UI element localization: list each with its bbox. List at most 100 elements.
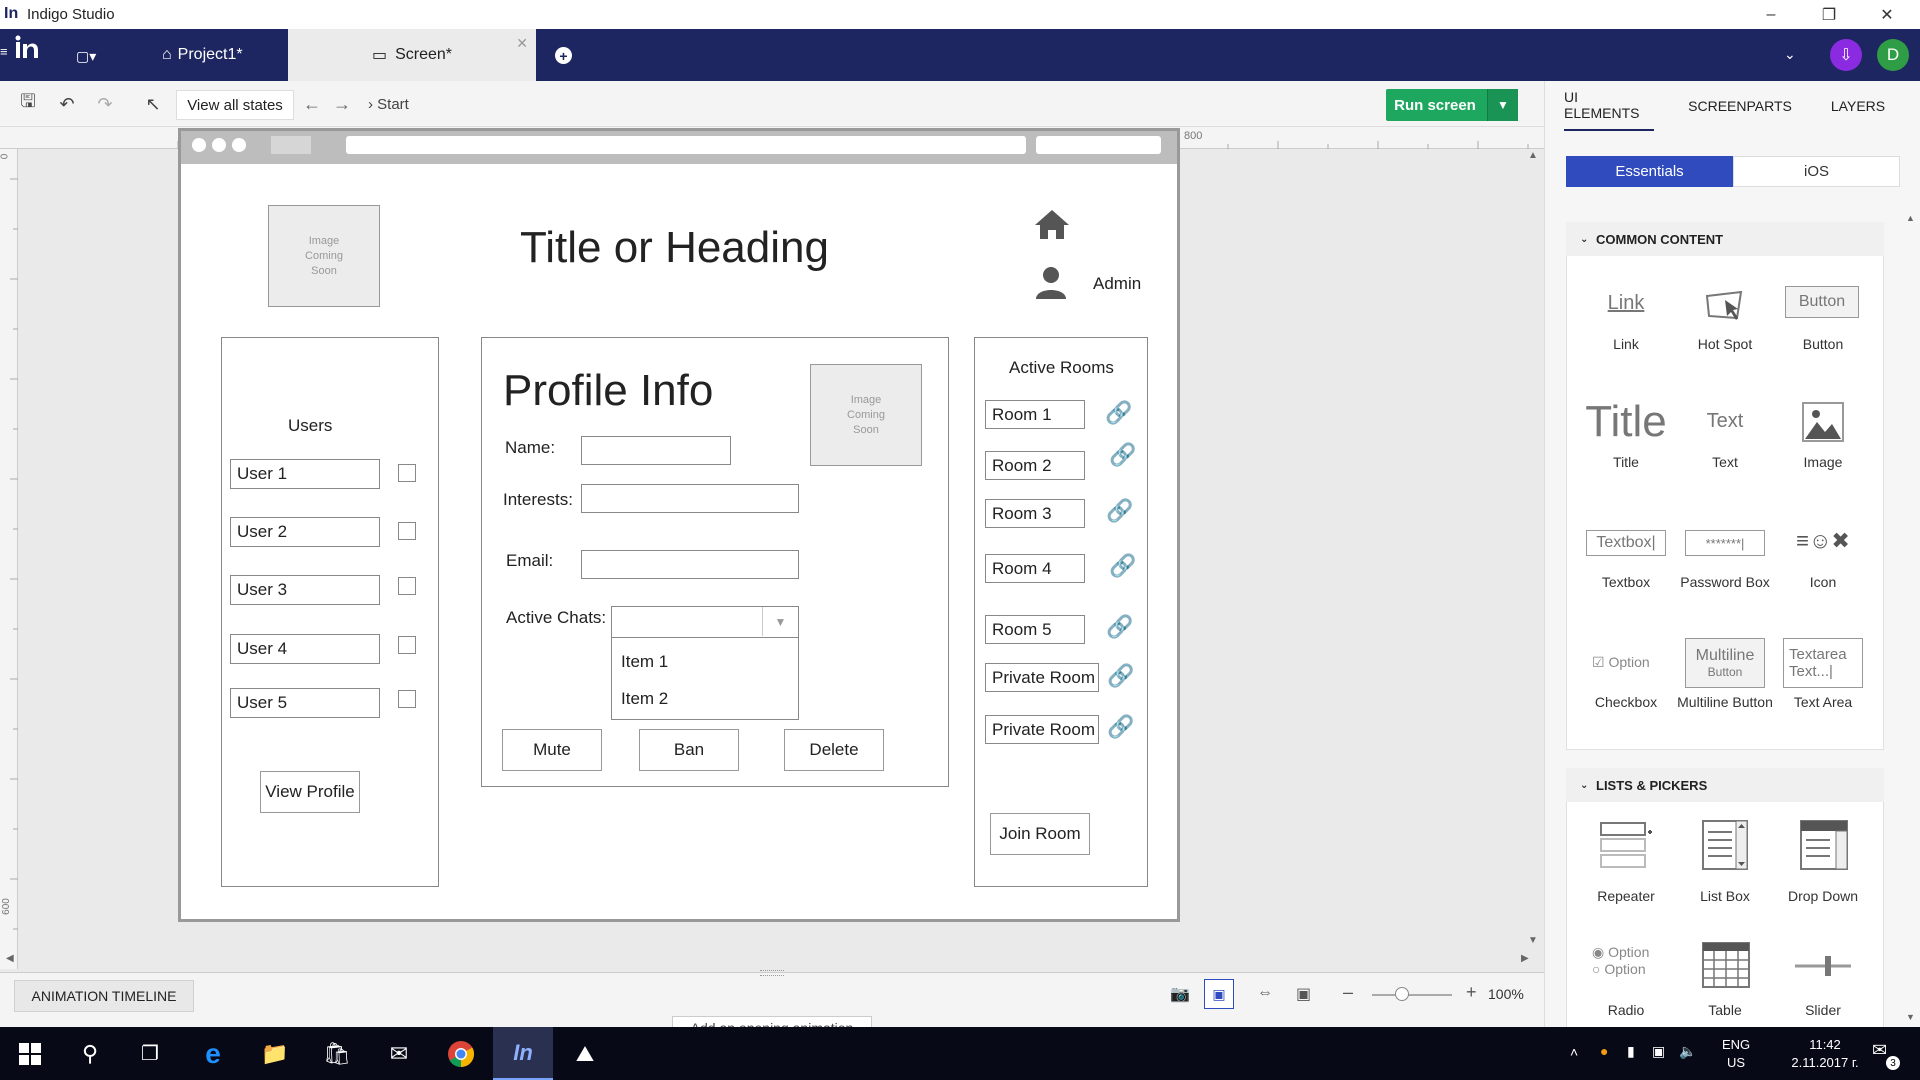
tile-image[interactable]: Image [1775,398,1871,508]
email-field[interactable] [581,550,799,579]
user-field[interactable]: User 3 [230,575,380,605]
windows-start-icon[interactable] [0,1027,60,1080]
link-icon[interactable]: 🔗 [1105,400,1132,426]
zoom-out-icon[interactable]: – [1343,982,1353,1003]
menu-icon[interactable]: ≡ [0,44,10,64]
chevron-down-icon[interactable]: ▼ [762,607,798,636]
delete-button[interactable]: Delete [784,729,884,771]
interests-field[interactable] [581,484,799,513]
volume-icon[interactable]: 🔈 [1679,1043,1696,1060]
user-checkbox[interactable] [398,636,416,654]
tile-text-area[interactable]: Textarea Text...| Text Area [1775,638,1871,748]
link-icon[interactable]: 🔗 [1107,714,1134,740]
chrome-icon[interactable] [431,1027,491,1080]
tile-title[interactable]: Title Title [1578,398,1674,508]
run-options-dropdown-icon[interactable]: ▼ [1487,89,1518,121]
room-field[interactable]: Room 1 [985,400,1085,429]
user-field[interactable]: User 1 [230,459,380,489]
minimize-icon[interactable]: – [1748,0,1794,29]
panel-scroll-down-icon[interactable]: ▼ [1906,1012,1915,1022]
forward-arrow-icon[interactable]: → [330,92,354,116]
indigo-logo-icon[interactable] [12,34,48,74]
room-field[interactable]: Private Room [985,663,1099,692]
zoom-slider-thumb[interactable] [1395,987,1409,1001]
tile-hot-spot[interactable]: Hot Spot [1677,280,1773,390]
list-item[interactable]: Item 2 [621,689,668,709]
room-field[interactable]: Private Room [985,715,1099,744]
undo-icon[interactable]: ↶ [55,92,79,116]
restore-icon[interactable]: ❐ [1806,0,1852,29]
edge-icon[interactable]: e [183,1027,243,1080]
ban-button[interactable]: Ban [639,729,739,771]
close-window-icon[interactable]: ✕ [1864,0,1910,29]
tile-textbox[interactable]: Textbox| Textbox [1578,518,1674,628]
battery-icon[interactable]: ▮ [1627,1043,1635,1060]
link-icon[interactable]: 🔗 [1106,614,1133,640]
user-checkbox[interactable] [398,577,416,595]
link-icon[interactable]: 🔗 [1106,498,1133,524]
user-checkbox[interactable] [398,522,416,540]
view-all-states-button[interactable]: View all states [176,90,294,120]
tray-chevron-icon[interactable]: ˄ [1570,1044,1578,1060]
store-icon[interactable]: 🛍 [307,1027,367,1080]
download-icon[interactable]: ⇩ [1830,39,1862,71]
animation-hint[interactable]: Add an opening animation [672,1016,872,1027]
close-tab-icon[interactable]: ✕ [516,35,528,52]
tile-list-box[interactable]: List Box [1677,820,1773,930]
tile-checkbox[interactable]: ☑ Option Checkbox [1578,638,1674,748]
view-profile-button[interactable]: View Profile [260,771,360,813]
home-icon[interactable] [1033,208,1071,245]
search-icon[interactable]: ⚲ [60,1027,120,1080]
user-avatar[interactable]: D [1877,39,1909,71]
segment-essentials[interactable]: Essentials [1566,156,1733,187]
mail-icon[interactable]: ✉ [369,1027,429,1080]
tile-password-box[interactable]: *******| Password Box [1677,518,1773,628]
user-checkbox[interactable] [398,690,416,708]
lists-pickers-header[interactable]: ⌄ LISTS & PICKERS [1566,768,1884,802]
language-indicator[interactable]: ENG US [1722,1036,1750,1072]
tab-project[interactable]: ⌂ Project1* [150,29,285,81]
link-icon[interactable]: 🔗 [1107,663,1134,689]
link-icon[interactable]: 🔗 [1109,553,1136,579]
photos-icon[interactable]: ⛰ [555,1027,615,1080]
add-tab-icon[interactable]: + [555,47,572,64]
user-field[interactable]: User 2 [230,517,380,547]
scroll-up-icon[interactable]: ▲ [1528,150,1538,161]
join-room-button[interactable]: Join Room [990,813,1090,855]
tile-link[interactable]: Link Link [1578,280,1674,390]
room-field[interactable]: Room 2 [985,451,1085,480]
tray-app-icon[interactable]: ● [1600,1043,1608,1059]
common-content-header[interactable]: ⌄ COMMON CONTENT [1566,222,1884,256]
link-icon[interactable]: 🔗 [1109,442,1136,468]
tab-screen[interactable]: ▭ Screen* ✕ [288,29,536,81]
tab-screenparts[interactable]: SCREENPARTS [1688,81,1792,131]
user-field[interactable]: User 5 [230,688,380,718]
task-view-icon[interactable]: ❐ [120,1027,180,1080]
tile-repeater[interactable]: Repeater [1578,820,1674,930]
active-chats-dropdown[interactable]: ▼ [611,606,799,638]
panel-scroll-up-icon[interactable]: ▲ [1906,213,1915,223]
room-field[interactable]: Room 3 [985,499,1085,528]
scroll-right-icon[interactable]: ▶ [1521,953,1529,964]
user-field[interactable]: User 4 [230,634,380,664]
fit-screen-icon[interactable]: ▣ [1296,984,1311,1004]
zoom-slider[interactable] [1372,994,1452,996]
chevron-down-icon[interactable]: ⌄ [1784,46,1796,63]
name-field[interactable] [581,436,731,465]
resize-handle-icon[interactable] [760,970,784,976]
mute-button[interactable]: Mute [502,729,602,771]
indigo-studio-taskbar-icon[interactable]: In [493,1027,553,1080]
list-item[interactable]: Item 1 [621,652,668,672]
clock[interactable]: 11:42 2.11.2017 г. [1780,1036,1870,1072]
tile-button[interactable]: Button Button [1775,280,1871,390]
tile-text[interactable]: Text Text [1677,398,1773,508]
room-field[interactable]: Room 4 [985,554,1085,583]
room-field[interactable]: Room 5 [985,615,1085,644]
file-explorer-icon[interactable]: 📁 [245,1027,305,1080]
camera-icon[interactable]: 📷 [1170,984,1190,1004]
network-icon[interactable]: ▣ [1652,1043,1665,1060]
fit-width-icon[interactable]: ⇔ [1257,984,1273,1002]
tile-multiline-button[interactable]: Multiline Button Multiline Button [1677,638,1773,748]
pointer-icon[interactable]: ↖ [141,92,165,116]
save-icon[interactable]: 🖫 [16,91,40,116]
